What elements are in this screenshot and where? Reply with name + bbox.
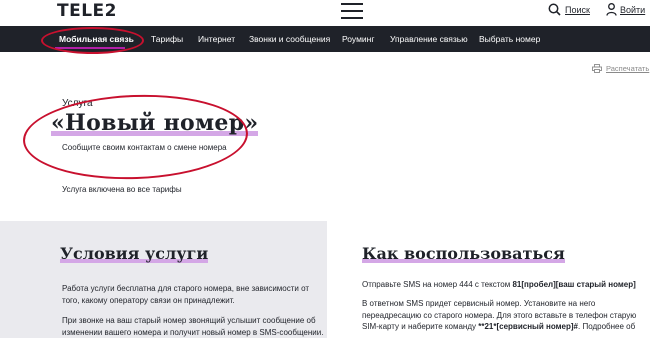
search-label: Поиск <box>565 4 590 15</box>
search-icon <box>548 3 561 16</box>
user-icon <box>606 3 617 16</box>
nav-item-tariffs[interactable]: Тарифы <box>151 34 183 44</box>
nav-item-roaming[interactable]: Роуминг <box>342 34 374 44</box>
conditions-paragraph-2: При звонке на ваш старый номер звонящий … <box>62 315 323 338</box>
print-label: Распечатать <box>606 64 650 73</box>
howto-p2-line3-code: **21*[сервисный номер]# <box>478 322 578 331</box>
included-note: Услуга включена во все тарифы <box>62 185 182 194</box>
howto-send-code: 81[пробел][ваш старый номер] <box>512 280 636 289</box>
print-link[interactable]: Распечатать <box>592 64 649 73</box>
printer-icon <box>592 64 602 73</box>
howto-p2-line2: переадресацию со старого номера. Для это… <box>362 310 637 320</box>
conditions-p2-line2: изменении вашего номера и получит новый … <box>62 327 324 337</box>
howto-title-text: Как воспользоваться <box>362 244 565 263</box>
top-header: TELE2 Поиск Войти <box>0 0 650 26</box>
login-label: Войти <box>620 4 646 15</box>
nav-item-internet[interactable]: Интернет <box>198 34 235 44</box>
conditions-paragraph-1: Работа услуги бесплатна для старого номе… <box>62 283 309 306</box>
howto-p2-line3-suffix: . Подробнее об <box>578 322 636 331</box>
howto-panel: Как воспользоваться Отправьте SMS на ном… <box>327 221 650 338</box>
search-button[interactable]: Поиск <box>548 3 590 16</box>
howto-paragraph-2: В ответном SMS придет сервисный номер. У… <box>362 298 650 333</box>
login-button[interactable]: Войти <box>606 3 645 16</box>
tele2-logo[interactable]: TELE2 <box>57 1 117 21</box>
conditions-p1-line1: Работа услуги бесплатна для старого номе… <box>62 284 310 293</box>
conditions-p1-line2: того, какому оператору связи он принадле… <box>62 295 235 305</box>
annotation-circle-title <box>21 91 250 183</box>
howto-p2-line3: SIM-карту и наберите команду **21*[серви… <box>362 321 650 333</box>
howto-paragraph-1: Отправьте SMS на номер 444 с текстом 81[… <box>362 279 636 291</box>
howto-p2-line1: В ответном SMS придет сервисный номер. У… <box>362 299 596 308</box>
howto-p2-line3-prefix: SIM-карту и наберите команду <box>362 322 479 331</box>
howto-title: Как воспользоваться <box>362 244 565 263</box>
conditions-title-text: Условия услуги <box>60 244 209 263</box>
conditions-title: Условия услуги <box>60 244 209 263</box>
conditions-panel: Условия услуги Работа услуги бесплатна д… <box>0 221 327 338</box>
nav-item-service-management[interactable]: Управление связью <box>390 34 468 44</box>
howto-send-prefix: Отправьте SMS на номер 444 с текстом <box>362 280 513 289</box>
conditions-p2-line1: При звонке на ваш старый номер звонящий … <box>62 316 316 325</box>
nav-item-choose-number[interactable]: Выбрать номер <box>479 34 540 44</box>
hamburger-menu-icon[interactable] <box>341 3 363 20</box>
nav-item-calls-messages[interactable]: Звонки и сообщения <box>249 34 330 44</box>
annotation-circle-nav <box>41 27 144 54</box>
